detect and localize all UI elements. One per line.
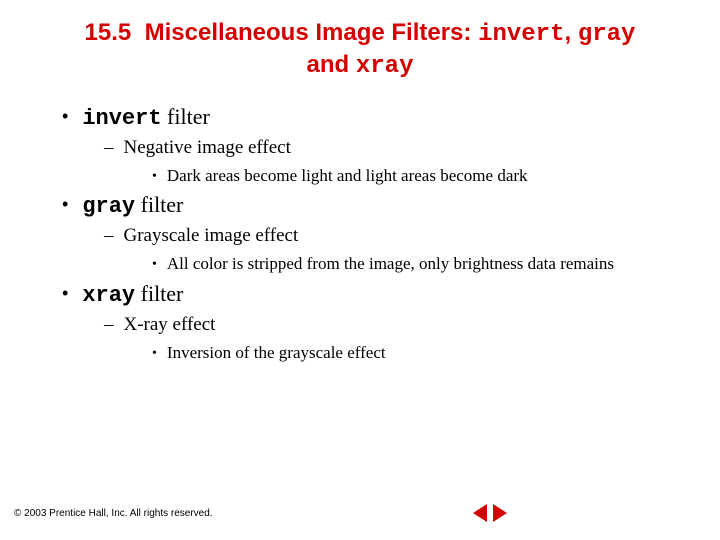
bullet-icon: • [62,107,68,125]
next-slide-button[interactable] [493,504,507,522]
bullet-list: • invert filter –Negative image effect •… [28,104,692,363]
dot-icon: • [152,346,157,362]
filter-code: gray [82,194,135,219]
bullet-icon: • [62,284,68,302]
sub-text: Grayscale image effect [124,225,299,246]
slide-title: 15.5 Miscellaneous Image Filters: invert… [68,18,652,82]
item-label: invert filter [82,104,209,131]
section-number: 15.5 [85,19,132,46]
list-item: • invert filter –Negative image effect •… [62,104,692,186]
detail-text: Inversion of the grayscale effect [167,342,386,363]
filter-word: filter [141,192,184,217]
title-text-1: Miscellaneous Image Filters: [145,19,472,46]
detail-text: All color is stripped from the image, on… [167,253,614,274]
dash-icon: – [104,137,114,158]
dot-icon: • [152,257,157,273]
detail-item: • Inversion of the grayscale effect [152,342,692,363]
sub-text: Negative image effect [124,137,291,158]
list-item: • xray filter –X-ray effect • Inversion … [62,281,692,363]
nav-controls [473,504,507,522]
list-item: • gray filter –Grayscale image effect • … [62,192,692,274]
filter-word: filter [141,281,184,306]
sub-item: –X-ray effect • Inversion of the graysca… [104,314,692,363]
detail-item: • All color is stripped from the image, … [152,253,692,274]
filter-word: filter [167,104,210,129]
dash-icon: – [104,225,114,246]
detail-text: Dark areas become light and light areas … [167,165,528,186]
title-code-xray: xray [356,53,414,80]
filter-code: xray [82,283,135,308]
sub-item: –Negative image effect • Dark areas beco… [104,137,692,186]
prev-slide-button[interactable] [473,504,487,522]
dash-icon: – [104,314,114,335]
filter-code: invert [82,106,161,131]
sub-item: –Grayscale image effect • All color is s… [104,225,692,274]
item-label: xray filter [82,281,183,308]
title-conj: and [307,51,350,78]
copyright-text: © 2003 Prentice Hall, Inc. All rights re… [14,508,213,519]
slide-footer: © 2003 Prentice Hall, Inc. All rights re… [14,504,507,522]
sub-text: X-ray effect [124,314,216,335]
title-comma: , [564,19,571,46]
title-code-gray: gray [578,21,636,48]
detail-item: • Dark areas become light and light area… [152,165,692,186]
title-code-invert: invert [478,21,564,48]
bullet-icon: • [62,195,68,213]
item-label: gray filter [82,192,183,219]
dot-icon: • [152,169,157,185]
